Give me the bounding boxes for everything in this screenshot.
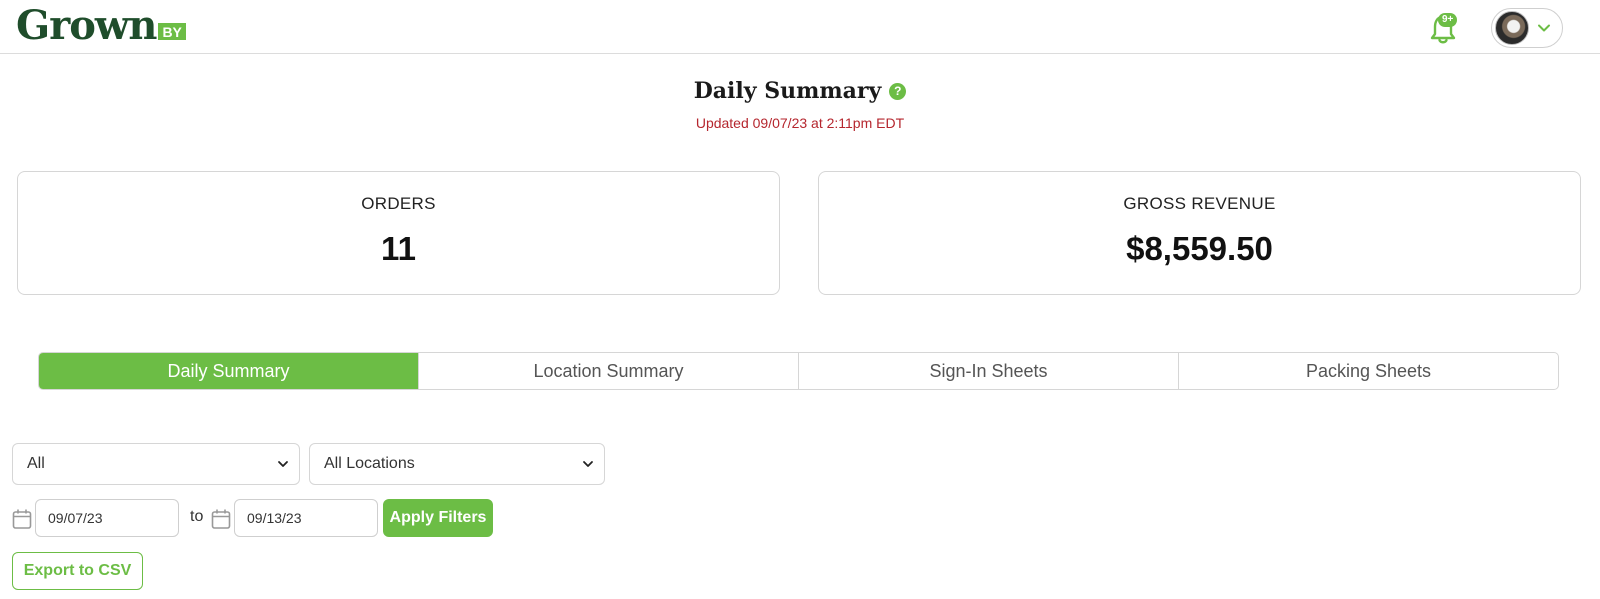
notification-badge: 9+ — [1438, 13, 1458, 27]
end-date-input[interactable] — [234, 499, 378, 537]
profile-menu-button[interactable] — [1491, 8, 1563, 48]
gross-revenue-value: $8,559.50 — [1126, 230, 1273, 267]
status-select-value: All — [27, 455, 45, 472]
logo-word: Grown — [16, 2, 157, 49]
orders-value: 11 — [381, 230, 416, 267]
grownby-logo[interactable]: Grown BY — [16, 6, 186, 46]
location-select-value: All Locations — [324, 455, 415, 472]
status-select[interactable]: All — [12, 443, 300, 485]
calendar-icon[interactable] — [12, 508, 32, 530]
updated-timestamp: Updated 09/07/23 at 2:11pm EDT — [695, 115, 905, 131]
orders-card: ORDERS 11 — [17, 171, 780, 295]
page-title: Daily Summary ? — [694, 78, 907, 104]
tab-location-summary[interactable]: Location Summary — [418, 353, 798, 389]
gross-revenue-card: GROSS REVENUE $8,559.50 — [818, 171, 1581, 295]
apply-filters-button[interactable]: Apply Filters — [383, 499, 493, 537]
tab-packing-sheets[interactable]: Packing Sheets — [1178, 353, 1558, 389]
date-range-to-label: to — [190, 508, 204, 525]
calendar-icon[interactable] — [211, 508, 231, 530]
avatar — [1495, 11, 1529, 45]
question-circle-icon[interactable]: ? — [889, 82, 907, 100]
chevron-down-icon — [278, 461, 288, 467]
logo-suffix: BY — [158, 23, 186, 40]
gross-revenue-label: GROSS REVENUE — [1123, 194, 1276, 213]
chevron-down-icon — [1538, 24, 1550, 32]
orders-label: ORDERS — [361, 194, 436, 213]
page-title-text: Daily Summary — [693, 78, 882, 104]
tab-sign-in-sheets[interactable]: Sign-In Sheets — [798, 353, 1178, 389]
summary-tabs: Daily Summary Location Summary Sign-In S… — [38, 352, 1559, 390]
location-select[interactable]: All Locations — [309, 443, 605, 485]
top-navbar: Grown BY 9+ — [0, 0, 1600, 54]
chevron-down-icon — [583, 461, 593, 467]
page-title-row: Daily Summary ? — [0, 78, 1600, 104]
export-csv-button[interactable]: Export to CSV — [12, 552, 143, 590]
start-date-input[interactable] — [35, 499, 179, 537]
tab-daily-summary[interactable]: Daily Summary — [39, 353, 418, 389]
